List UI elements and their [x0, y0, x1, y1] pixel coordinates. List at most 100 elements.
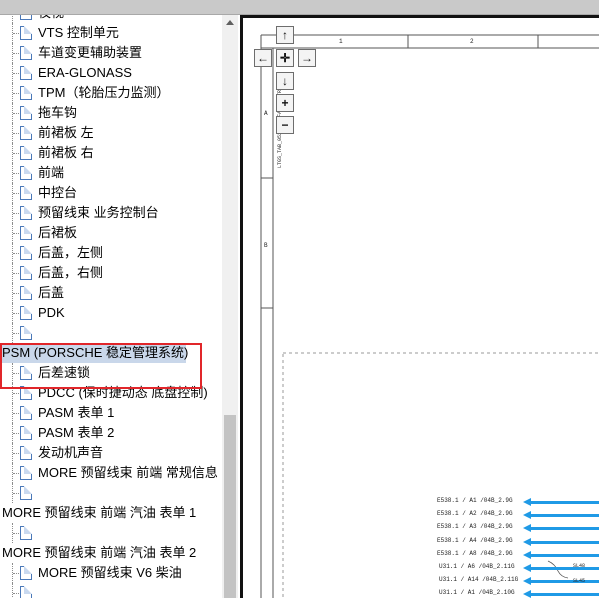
document-icon	[20, 406, 32, 420]
tree-leaf-item[interactable]: 前端	[0, 163, 222, 183]
tree-leaf-item[interactable]: 预留线束 业务控制台	[0, 203, 222, 223]
tree-item-label: MORE 预留线束 前端 常规信息	[38, 465, 218, 480]
tree-item-label: VTS 控制单元	[38, 25, 119, 40]
tree-item-label: ERA-GLONASS	[38, 65, 132, 80]
wire-label: U31.1 / A14 /04B_2.11G	[439, 576, 519, 584]
tree-leaf-item[interactable]: 后盖	[0, 283, 222, 303]
document-icon	[20, 46, 32, 60]
tree-leaf-item[interactable]: 夜视	[0, 15, 222, 23]
tree-leaf-item[interactable]: 后盖，右侧	[0, 263, 222, 283]
tree-item-label: 前裙板 右	[38, 145, 94, 160]
scrollbar-thumb[interactable]	[224, 415, 236, 598]
pan-down-button[interactable]: ↓	[276, 72, 294, 90]
tree-group-item[interactable]: MORE 预留线束 前端 汽油 表单 1	[0, 503, 222, 523]
tree-leaf-item[interactable]	[0, 523, 222, 543]
wire-arrow-icon	[523, 524, 531, 533]
document-icon	[20, 106, 32, 120]
ruler-row-b: B	[264, 242, 268, 249]
splice-label-sl48: SL48	[573, 563, 586, 569]
wire-label: E538.1 / A8 /04B_2.9G	[437, 549, 513, 557]
selection-highlight-box	[0, 343, 202, 389]
ruler-col-1: 1	[339, 38, 343, 45]
tree-leaf-item[interactable]: 前裙板 左	[0, 123, 222, 143]
wire-arrow-icon	[523, 550, 531, 559]
tree-item-label: 发动机声音	[38, 445, 104, 460]
pan-up-button[interactable]: ↑	[276, 26, 294, 44]
wire-arrow-icon	[523, 511, 531, 520]
tree-item-label: PASM 表单 1	[38, 405, 115, 420]
pan-left-button[interactable]: ←	[254, 49, 272, 67]
tree-item-label: 前端	[38, 165, 65, 180]
pan-center-button[interactable]: ✛	[276, 49, 294, 67]
tree-leaf-item[interactable]: 后裙板	[0, 223, 222, 243]
tree-item-label: 车道变更辅助装置	[38, 45, 143, 60]
tree-item-label: PDK	[38, 305, 65, 320]
tree-leaf-item[interactable]: 发动机声音	[0, 443, 222, 463]
tree-leaf-item[interactable]: PDK	[0, 303, 222, 323]
tree-leaf-item[interactable]: 车道变更辅助装置	[0, 43, 222, 63]
wire-label: E538.1 / A2 /04B_2.9G	[437, 510, 513, 518]
wire-arrow-icon	[523, 590, 531, 598]
tree-leaf-item[interactable]: TPM（轮胎压力监测）	[0, 83, 222, 103]
tree-leaf-item[interactable]	[0, 483, 222, 503]
tree-leaf-item[interactable]: 后盖，左侧	[0, 243, 222, 263]
tree-group-item[interactable]: MORE 预留线束 前端 汽油 表单 2	[0, 543, 222, 563]
wire-line	[531, 593, 599, 597]
wire-arrow-icon	[523, 577, 531, 586]
tree-item-label: TPM（轮胎压力监测）	[38, 85, 170, 100]
tree-leaf-item[interactable]: VTS 控制单元	[0, 23, 222, 43]
tree-item-label: 中控台	[38, 185, 78, 200]
top-toolbar-strip	[0, 0, 599, 15]
document-icon	[20, 586, 32, 598]
document-icon	[20, 206, 32, 220]
tree-connector-line	[12, 15, 13, 23]
document-icon	[20, 526, 32, 540]
tree-leaf-item[interactable]: MORE 预留线束 前端 常规信息	[0, 463, 222, 483]
wire-arrow-icon	[523, 537, 531, 546]
wire-arrow-icon	[523, 564, 531, 572]
wire-label: E538.1 / A1 /04B_2.9G	[437, 497, 513, 504]
tree-item-label: 拖车钩	[38, 105, 78, 120]
tree-item-label: 后盖，右侧	[38, 265, 104, 280]
diagram-viewer[interactable]: 1 2 A B LTGS_TAB_052_277_FAHRGASTRAUM ↑ …	[240, 15, 599, 598]
document-tree[interactable]: 夜视 VTS 控制单元车道变更辅助装置 ERA-GLONASS TPM（轮胎压力监测）…	[0, 15, 222, 598]
tree-leaf-item[interactable]: 前裙板 右	[0, 143, 222, 163]
document-icon	[20, 326, 32, 340]
document-icon	[20, 146, 32, 160]
tree-item-label: 后盖，左侧	[38, 245, 104, 260]
wire-label: E538.1 / A3 /04B_2.9G	[437, 523, 513, 531]
tree-item-label: 后裙板	[38, 225, 78, 240]
document-icon	[20, 306, 32, 320]
tree-leaf-item[interactable]: ERA-GLONASS	[0, 63, 222, 83]
wire-line	[531, 514, 599, 518]
zoom-in-button[interactable]: +	[276, 94, 294, 112]
tree-scrollbar[interactable]	[222, 15, 238, 598]
document-icon	[20, 66, 32, 80]
tree-leaf-item[interactable]	[0, 583, 222, 598]
tree-leaf-item[interactable]: PASM 表单 1	[0, 403, 222, 423]
tree-leaf-item[interactable]: 中控台	[0, 183, 222, 203]
wire-line	[531, 553, 599, 557]
tree-item-label: 预留线束 业务控制台	[38, 205, 159, 220]
tree-item-label: 夜视	[38, 15, 64, 23]
ruler-row-a: A	[264, 110, 268, 117]
wire-label: U31.1 / A1 /04B_2.10G	[439, 589, 515, 597]
scroll-up-arrow-icon[interactable]	[222, 15, 238, 31]
wire-arrow-icon	[523, 498, 531, 506]
wire-line	[531, 540, 599, 544]
wire-label: U31.1 / A6 /04B_2.11G	[439, 563, 515, 570]
splice-label-sl45: SL45	[573, 578, 586, 584]
pan-right-button[interactable]: →	[298, 49, 316, 67]
wiring-diagram-frame	[260, 34, 599, 598]
zoom-out-button[interactable]: −	[276, 116, 294, 134]
tree-leaf-item[interactable]: PASM 表单 2	[0, 423, 222, 443]
wire-label: E538.1 / A4 /04B_2.9G	[437, 536, 513, 544]
tree-leaf-item[interactable]: MORE 预留线束 V6 柴油	[0, 563, 222, 583]
document-icon	[20, 566, 32, 580]
wire-line	[531, 501, 599, 504]
document-icon	[20, 426, 32, 440]
tree-group-label: MORE 预留线束 前端 汽油 表单 1	[2, 505, 197, 520]
tree-leaf-item[interactable]: 拖车钩	[0, 103, 222, 123]
tree-leaf-item[interactable]	[0, 323, 222, 343]
tree-item-label: 前裙板 左	[38, 125, 94, 140]
